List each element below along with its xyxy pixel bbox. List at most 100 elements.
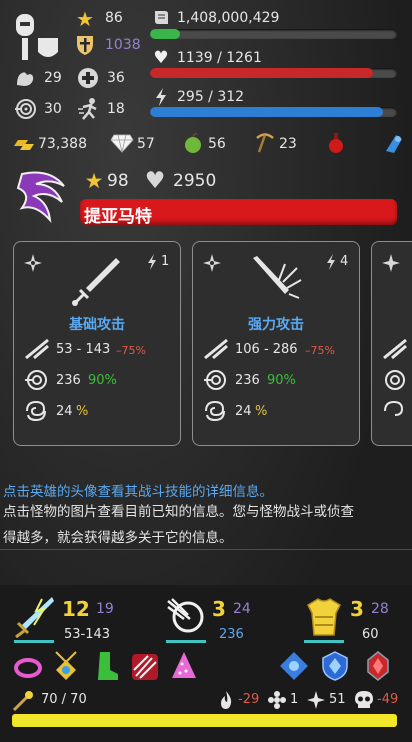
wizard-hat-icon[interactable] [170, 650, 198, 682]
frost-value: 1 [290, 692, 299, 707]
ring-icon[interactable] [14, 656, 42, 680]
skill-target-icon [23, 253, 43, 273]
divider [0, 549, 412, 550]
monster-dragon-icon[interactable] [10, 168, 70, 226]
shuriken-icon [306, 690, 326, 710]
hero-xp-value: 1,408,000,429 [177, 10, 280, 26]
resource-gold: 73,388 [38, 136, 87, 152]
blue-flask-icon[interactable] [382, 131, 406, 155]
accuracy-level: 3 [212, 597, 226, 621]
diamond-icon [110, 133, 134, 153]
hp-bar [150, 68, 397, 78]
weapon-level-2: 19 [96, 601, 114, 617]
green-boots-icon[interactable] [94, 650, 120, 682]
energy-cost-icon [146, 254, 158, 270]
hero-accuracy: 30 [44, 101, 62, 117]
skill-energy: 4 [340, 254, 349, 269]
xp-bar-fill [150, 29, 180, 39]
resource-apple: 56 [208, 136, 226, 152]
hero-hp-text: 1139 / 1261 [177, 50, 262, 66]
energy-bar-fill [150, 107, 384, 117]
accuracy-icon [382, 368, 406, 392]
gold-armor-icon[interactable] [302, 595, 346, 639]
lightning-sword-icon[interactable] [12, 595, 56, 639]
hero-speed: 18 [107, 101, 125, 117]
amulet-icon[interactable] [52, 650, 80, 682]
skill-name: 强力攻击 [248, 317, 304, 333]
weapon-level: 12 [62, 597, 90, 621]
apple-icon [182, 132, 204, 154]
hero-knight-icon[interactable] [12, 8, 62, 64]
weapon-damage: 53-143 [64, 627, 111, 642]
energy-cost-icon [325, 254, 337, 270]
staff-icon [12, 690, 34, 712]
monster-hp: 2950 [173, 171, 217, 191]
skill-accuracy-pct: 90% [267, 373, 296, 388]
pickaxe-icon [254, 132, 276, 154]
skill-energy: 1 [161, 254, 170, 269]
skill-accuracy-pct: 90% [88, 373, 117, 388]
fire-icon [218, 690, 234, 710]
skill-accuracy: 236 [56, 373, 81, 388]
accuracy-emblem-icon[interactable] [164, 595, 208, 639]
armor-value: 60 [362, 627, 379, 642]
monster-heart-icon: ♥ [144, 168, 166, 194]
energy-bar [150, 107, 397, 117]
hero-health-bar-bottom [12, 714, 397, 727]
fire-value: -29 [238, 692, 260, 707]
skill-card-partial[interactable] [371, 241, 412, 446]
skill-target-icon [202, 253, 222, 273]
armor-underline [304, 640, 344, 643]
frost-icon [267, 690, 287, 710]
damage-icon [203, 338, 229, 360]
skill-damage-mod: –75% [305, 344, 335, 357]
crit-swirl-icon [24, 399, 48, 423]
crit-swirl-icon [382, 399, 406, 423]
crit-swirl-icon [203, 399, 227, 423]
hero-strength: 29 [44, 70, 62, 86]
red-crystal-icon[interactable] [362, 650, 394, 682]
lightning-icon [153, 87, 169, 107]
blue-gem-icon[interactable] [278, 650, 310, 682]
info-line-3: 得越多，就会获得越多关于它的信息。 [3, 530, 233, 546]
skill-damage: 106 - 286 [235, 342, 298, 357]
resource-diamond: 57 [137, 136, 155, 152]
skill-crit-pct: % [76, 404, 89, 419]
running-icon [77, 97, 99, 121]
damage-icon [382, 338, 408, 360]
claw-scroll-icon[interactable] [130, 652, 160, 682]
accuracy-icon [24, 368, 48, 392]
power-sword-icon [249, 254, 303, 308]
skill-damage-mod: –75% [116, 344, 146, 357]
heart-icon: ♥ [153, 48, 169, 68]
shuriken-value: 51 [329, 692, 346, 707]
hero-health-bonus: 36 [107, 70, 125, 86]
skill-card-basic[interactable]: 1 基础攻击 53 - 143 –75% 236 90% 24 % [13, 241, 181, 446]
hp-bar-fill [150, 68, 374, 78]
scroll-icon [152, 9, 170, 27]
shield-cross-icon [75, 34, 95, 56]
blue-shield-icon[interactable] [320, 650, 350, 682]
health-cross-icon [77, 67, 99, 89]
skill-damage: 53 - 143 [56, 342, 111, 357]
skill-target-icon [381, 253, 401, 273]
skill-card-power[interactable]: 4 强力攻击 106 - 286 –75% 236 90% 24 % [192, 241, 360, 446]
monster-star-icon: ★ [84, 169, 104, 193]
accuracy-icon [203, 368, 227, 392]
skull-icon [353, 689, 375, 711]
star-icon: ★ [76, 7, 94, 31]
gold-bars-icon [12, 134, 36, 152]
armor-level-2: 28 [371, 601, 389, 617]
staff-text: 70 / 70 [41, 692, 87, 707]
accuracy-value: 236 [219, 627, 244, 642]
hero-stars: 86 [105, 10, 123, 26]
skill-name: 基础攻击 [69, 317, 125, 333]
weapon-underline [14, 640, 54, 643]
skill-crit-pct: % [255, 404, 268, 419]
accuracy-level-2: 24 [233, 601, 251, 617]
xp-bar [150, 29, 397, 39]
info-line-2: 点击怪物的图片查看目前已知的信息。您与怪物战斗或侦查 [3, 504, 354, 520]
flexed-arm-icon [14, 67, 36, 89]
sword-icon [70, 254, 124, 308]
red-potion-icon[interactable] [326, 131, 346, 155]
